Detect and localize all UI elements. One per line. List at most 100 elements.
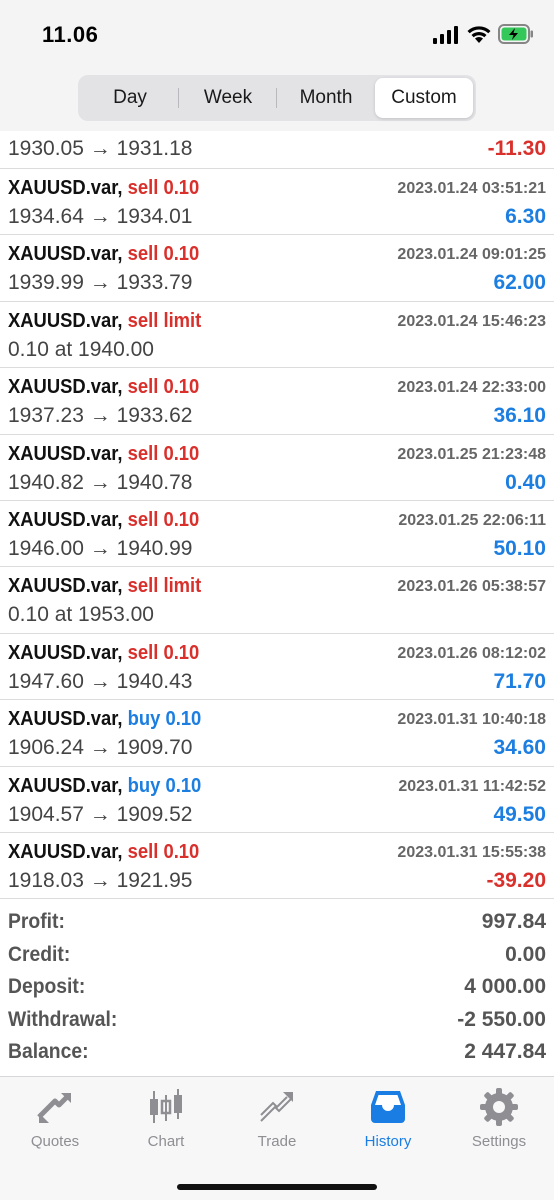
top-bar: 11.06 Day Week Month Custom (0, 0, 554, 131)
history-icon (371, 1091, 405, 1123)
summary-value: 4 000.00 (464, 975, 546, 998)
trade-symbol: XAUUSD.var, (8, 376, 123, 399)
trade-amount: -11.30 (487, 137, 546, 160)
trade-prices: 0.10 at 1953.00 (8, 603, 154, 627)
summary-row: Deposit: 4 000.00 (0, 971, 554, 1004)
list-item[interactable]: 1930.05 → 1931.18 -11.30 (0, 131, 554, 169)
list-item[interactable]: XAUUSD.var, sell 0.10 2023.01.25 21:23:48… (0, 435, 554, 501)
list-item[interactable]: XAUUSD.var, sell limit 2023.01.24 15:46:2… (0, 302, 554, 369)
tab-chart[interactable]: Chart (111, 1087, 221, 1150)
chart-icon (150, 1089, 182, 1123)
trade-title: XAUUSD.var, sell 0.10 (8, 642, 199, 665)
summary-label: Withdrawal: (8, 1007, 118, 1031)
signal-icon (433, 26, 459, 49)
battery-icon (498, 24, 534, 49)
segment-custom[interactable]: Custom (375, 78, 473, 118)
summary-label: Balance: (8, 1040, 89, 1063)
tab-label: Quotes (30, 1133, 80, 1150)
trade-side: sell 0.10 (127, 376, 200, 399)
trade-title: XAUUSD.var, sell 0.10 (8, 376, 199, 399)
trade-side: sell 0.10 (127, 641, 200, 664)
trade-prices: 1930.05 → 1931.18 (8, 137, 193, 160)
list-item[interactable]: XAUUSD.var, sell 0.10 2023.01.25 22:06:11… (0, 501, 554, 568)
trade-amount: 49.50 (493, 802, 546, 826)
list-item[interactable]: XAUUSD.var, sell limit 2023.01.26 05:38:5… (0, 567, 554, 634)
trade-symbol: XAUUSD.var, (8, 708, 123, 731)
segment-day[interactable]: Day (81, 78, 179, 118)
trade-amount: 71.70 (493, 669, 546, 693)
wifi-icon (466, 24, 492, 49)
quotes-icon (37, 1093, 71, 1123)
trade-symbol: XAUUSD.var, (8, 243, 123, 266)
summary-value: -2 550.00 (457, 1007, 546, 1031)
list-item[interactable]: XAUUSD.var, sell 0.10 2023.01.24 03:51:21… (0, 169, 554, 236)
list-item[interactable]: XAUUSD.var, sell 0.10 2023.01.31 15:55:38… (0, 833, 554, 900)
period-segmented-control: Day Week Month Custom (78, 75, 476, 121)
list-item[interactable]: XAUUSD.var, buy 0.10 2023.01.31 10:40:18 1… (0, 700, 554, 767)
tab-trade[interactable]: Trade (222, 1087, 332, 1150)
trade-symbol: XAUUSD.var, (8, 774, 123, 797)
segment-week[interactable]: Week (179, 78, 277, 118)
trade-prices: 1904.57 → 1909.52 (8, 802, 193, 826)
tab-label: History (364, 1133, 412, 1150)
trade-amount: 36.10 (493, 404, 546, 428)
status-time: 11.06 (42, 22, 99, 47)
trade-amount: 6.30 (505, 205, 546, 228)
trade-amount: 62.00 (493, 271, 546, 295)
trade-side: buy 0.10 (127, 774, 202, 797)
trade-prices: 1947.60 → 1940.43 (8, 669, 193, 693)
trade-prices: 1906.24 → 1909.70 (8, 736, 193, 760)
trade-symbol: XAUUSD.var, (8, 177, 123, 199)
summary-value: 997.84 (481, 910, 546, 933)
status-bar: 11.06 (0, 0, 554, 66)
trade-prices: 1939.99 → 1933.79 (8, 271, 193, 295)
trade-prices: 0.10 at 1940.00 (8, 337, 154, 361)
tab-history[interactable]: History (333, 1087, 443, 1150)
trade-amount: 34.60 (493, 736, 546, 760)
list-item[interactable]: XAUUSD.var, sell 0.10 2023.01.24 22:33:00… (0, 368, 554, 435)
trade-title: XAUUSD.var, sell 0.10 (8, 841, 199, 864)
trade-side: sell 0.10 (127, 442, 200, 465)
trade-symbol: XAUUSD.var, (8, 840, 123, 863)
trade-symbol: XAUUSD.var, (8, 442, 123, 465)
tab-label: Trade (257, 1133, 297, 1150)
trade-datetime: 2023.01.31 15:55:38 (397, 843, 546, 861)
trade-symbol: XAUUSD.var, (8, 575, 123, 598)
trade-side: sell 0.10 (127, 508, 200, 531)
list-item[interactable]: XAUUSD.var, buy 0.10 2023.01.31 11:42:52 1… (0, 767, 554, 833)
trade-title: XAUUSD.var, buy 0.10 (8, 708, 201, 731)
trade-title: XAUUSD.var, sell limit (8, 575, 201, 598)
tab-label: Chart (147, 1133, 185, 1150)
trade-datetime: 2023.01.24 22:33:00 (397, 379, 546, 397)
tab-label: Settings (471, 1133, 527, 1150)
trade-datetime: 2023.01.24 09:01:25 (397, 246, 546, 264)
segment-month[interactable]: Month (277, 78, 375, 118)
history-list: 1930.05 → 1931.18 -11.30 XAUUSD.var, sel… (0, 131, 554, 900)
trade-datetime: 2023.01.24 03:51:21 (397, 180, 546, 197)
summary-row: Withdrawal: -2 550.00 (0, 1004, 554, 1037)
trade-amount: 50.10 (493, 536, 546, 560)
trade-datetime: 2023.01.26 05:38:57 (397, 578, 546, 596)
summary-label: Deposit: (8, 975, 86, 998)
settings-icon (480, 1088, 518, 1126)
summary-row: Profit: 997.84 (0, 906, 554, 939)
trade-side: sell limit (127, 309, 202, 332)
summary-value: 2 447.84 (464, 1040, 546, 1063)
trade-side: sell 0.10 (127, 177, 200, 199)
summary-value: 0.00 (505, 942, 546, 966)
trade-symbol: XAUUSD.var, (8, 641, 123, 664)
trade-amount: -39.20 (486, 868, 546, 892)
tab-bar: Quotes Chart Trade History Settings (0, 1076, 554, 1200)
tab-quotes[interactable]: Quotes (0, 1087, 110, 1150)
trade-side: sell 0.10 (127, 243, 200, 266)
trade-prices: 1937.23 → 1933.62 (8, 404, 193, 428)
trade-title: XAUUSD.var, sell 0.10 (8, 509, 199, 532)
trade-datetime: 2023.01.25 21:23:48 (397, 445, 546, 463)
list-item[interactable]: XAUUSD.var, sell 0.10 2023.01.26 08:12:02… (0, 634, 554, 701)
tab-settings[interactable]: Settings (444, 1087, 554, 1150)
summary-row: Credit: 0.00 (0, 939, 554, 972)
summary-row: Balance: 2 447.84 (0, 1036, 554, 1069)
list-item[interactable]: XAUUSD.var, sell 0.10 2023.01.24 09:01:25… (0, 235, 554, 302)
trade-symbol: XAUUSD.var, (8, 309, 123, 332)
trade-datetime: 2023.01.24 15:46:23 (397, 312, 546, 330)
